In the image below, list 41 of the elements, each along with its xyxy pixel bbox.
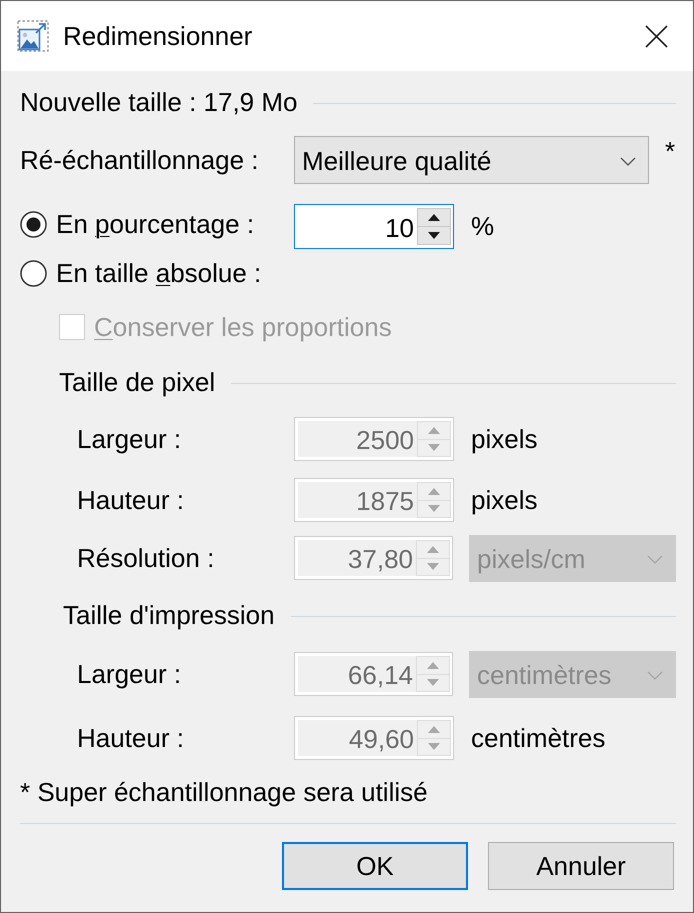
up-triangle-icon: [427, 662, 439, 669]
down-triangle-icon: [427, 563, 439, 570]
field-label: Largeur :: [76, 658, 182, 690]
field-label: Ré-échantillonnage :: [20, 144, 260, 176]
spin-down-button[interactable]: [417, 227, 451, 245]
radio-option[interactable]: En pourcentage :: [20, 208, 254, 240]
section-heading: Taille de pixel: [59, 366, 216, 398]
chevron-down-icon: [647, 555, 663, 564]
dialog-button[interactable]: Annuler: [488, 842, 674, 890]
quality-dropdown[interactable]: Meilleure qualité: [294, 136, 649, 184]
down-triangle-icon: [427, 679, 439, 686]
unit-label: centimètres: [471, 722, 606, 754]
close-icon: [644, 24, 668, 48]
down-triangle-icon: [428, 444, 440, 452]
down-triangle-icon: [428, 743, 440, 750]
unit-label: pixels: [471, 424, 538, 454]
new-size-label: Nouvelle taille : 17,9 Mo: [20, 86, 298, 118]
up-triangle-icon: [428, 488, 440, 495]
field-label: Résolution :: [76, 542, 216, 574]
chevron-down-icon: [647, 671, 663, 680]
field-label: Hauteur :: [76, 484, 185, 516]
up-triangle-icon: [428, 726, 440, 733]
section-heading: Taille d'impression: [63, 600, 275, 630]
up-triangle-icon: [428, 214, 440, 221]
image-icon: [17, 20, 49, 52]
chevron-down-icon: [620, 157, 636, 166]
up-triangle-icon: [428, 426, 440, 434]
up-triangle-icon: [427, 546, 439, 553]
dialog-button[interactable]: OK: [282, 842, 468, 890]
radio-option[interactable]: En taille absolue :: [20, 258, 262, 290]
window-title: Redimensionner: [63, 20, 254, 52]
down-triangle-icon: [428, 232, 440, 239]
unit-label: pixels: [471, 484, 538, 516]
unit-label: %: [471, 211, 494, 242]
number-field[interactable]: 10: [294, 204, 454, 249]
spin-up-button[interactable]: [417, 208, 451, 227]
down-triangle-icon: [428, 505, 440, 512]
field-label: Hauteur :: [76, 722, 185, 754]
field-label: Largeur :: [76, 424, 182, 454]
footnote-text: * Super échantillonnage sera utilisé: [20, 776, 428, 808]
footnote-mark: *: [665, 136, 676, 167]
